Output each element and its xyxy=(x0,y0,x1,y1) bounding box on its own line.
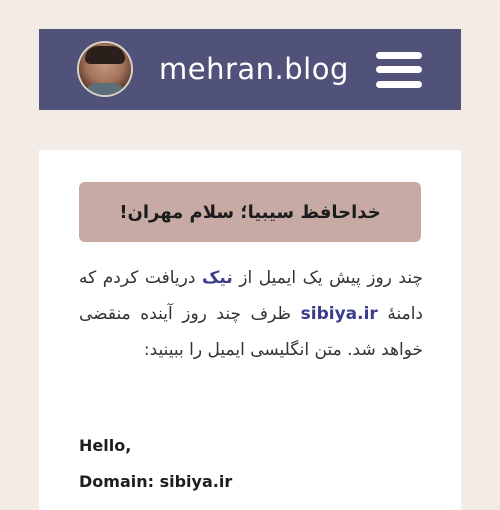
site-title[interactable]: mehran.blog xyxy=(159,47,349,91)
menu-bar-bottom xyxy=(376,81,422,88)
email-quote: Hello, Domain: sibiya.ir xyxy=(79,428,423,500)
avatar-shirt xyxy=(85,83,125,95)
avatar[interactable] xyxy=(79,43,131,95)
menu-bar-top xyxy=(376,52,422,59)
post-card: خداحافظ سیبیا؛ سلام مهران! چند روز پیش ی… xyxy=(39,150,461,510)
post-body: چند روز پیش یک ایمیل از نیک دریافت کردم … xyxy=(79,260,423,368)
nic-link[interactable]: نیک xyxy=(202,268,233,288)
hamburger-menu-icon[interactable] xyxy=(376,51,422,89)
post-body-text-1: چند روز پیش یک ایمیل از xyxy=(232,268,423,288)
email-greeting: Hello, xyxy=(79,436,132,455)
avatar-hair xyxy=(85,46,125,64)
domain-link[interactable]: sibiya.ir xyxy=(301,304,378,324)
site-header: mehran.blog xyxy=(39,29,461,110)
email-domain-line: Domain: sibiya.ir xyxy=(79,472,233,491)
post-title[interactable]: خداحافظ سیبیا؛ سلام مهران! xyxy=(79,182,421,242)
menu-bar-middle xyxy=(376,66,422,73)
